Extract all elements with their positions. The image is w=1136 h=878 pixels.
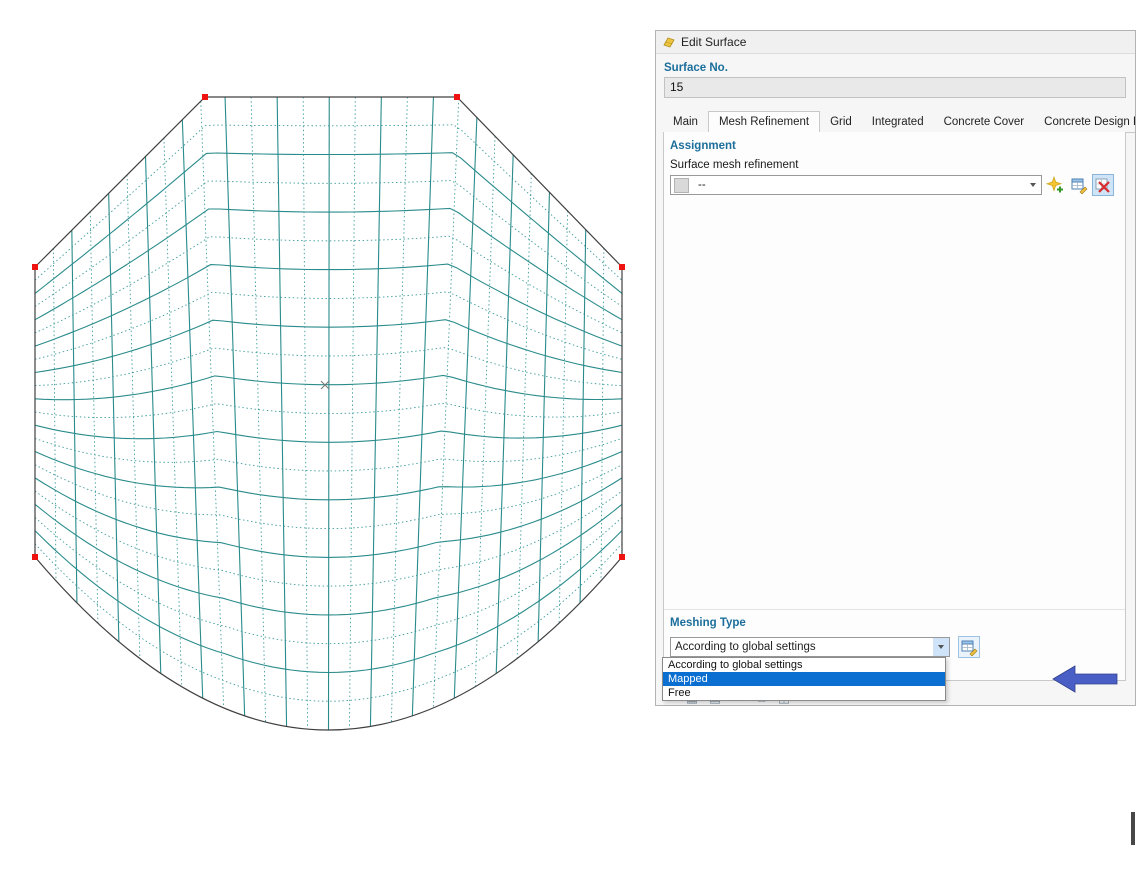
new-mesh-refinement-button[interactable]: [1044, 174, 1066, 196]
edit-surface-dialog: Edit Surface Surface No. 15 Main Mesh Re…: [655, 30, 1136, 706]
meshing-type-header: Meshing Type: [670, 617, 746, 629]
tab-grid[interactable]: Grid: [820, 112, 862, 133]
edit-settings-icon: [961, 639, 978, 656]
tab-concrete-design-properties[interactable]: Concrete Design Proper: [1034, 112, 1135, 133]
surface-mesh-refinement-label: Surface mesh refinement: [670, 159, 798, 171]
option-mapped[interactable]: Mapped: [663, 672, 945, 686]
surface-no-label: Surface No.: [664, 62, 728, 74]
chevron-down-icon[interactable]: [933, 638, 949, 656]
tab-content-panel: Assignment Surface mesh refinement --: [663, 132, 1126, 681]
surface-mesh-refinement-combo[interactable]: --: [670, 175, 1042, 195]
edit-icon: [1071, 177, 1088, 194]
tab-mesh-refinement[interactable]: Mesh Refinement: [708, 111, 820, 133]
tab-main[interactable]: Main: [663, 112, 708, 133]
meshing-type-dropdown: According to global settings Mapped Free: [662, 657, 946, 701]
window-edge-fragment: [1131, 812, 1135, 845]
dialog-titlebar[interactable]: Edit Surface: [656, 31, 1135, 54]
meshing-type-combo[interactable]: According to global settings: [670, 637, 950, 657]
option-free[interactable]: Free: [663, 686, 945, 700]
annotation-arrow-left-icon: [1048, 661, 1120, 697]
tab-integrated[interactable]: Integrated: [862, 112, 934, 133]
surface-no-field[interactable]: 15: [664, 77, 1126, 98]
tab-bar: Main Mesh Refinement Grid Integrated Con…: [663, 110, 1135, 133]
assignment-header: Assignment: [670, 140, 736, 152]
section-divider: [664, 609, 1125, 610]
surface-mesh-view[interactable]: [0, 0, 660, 770]
color-swatch: [674, 178, 689, 193]
edit-mesh-refinement-button[interactable]: [1068, 174, 1090, 196]
dialog-title: Edit Surface: [681, 35, 746, 49]
tab-concrete-cover[interactable]: Concrete Cover: [934, 112, 1035, 133]
option-according-to-global-settings[interactable]: According to global settings: [663, 658, 945, 672]
surface-icon: [662, 35, 676, 49]
edit-meshing-settings-button[interactable]: [958, 636, 980, 658]
new-icon: [1046, 176, 1064, 194]
delete-icon: [1095, 177, 1112, 194]
combo-value: --: [694, 179, 1025, 191]
delete-mesh-refinement-button[interactable]: [1092, 174, 1114, 196]
combo-value: According to global settings: [671, 641, 933, 653]
screen: Edit Surface Surface No. 15 Main Mesh Re…: [0, 0, 1136, 878]
chevron-down-icon[interactable]: [1025, 176, 1041, 194]
